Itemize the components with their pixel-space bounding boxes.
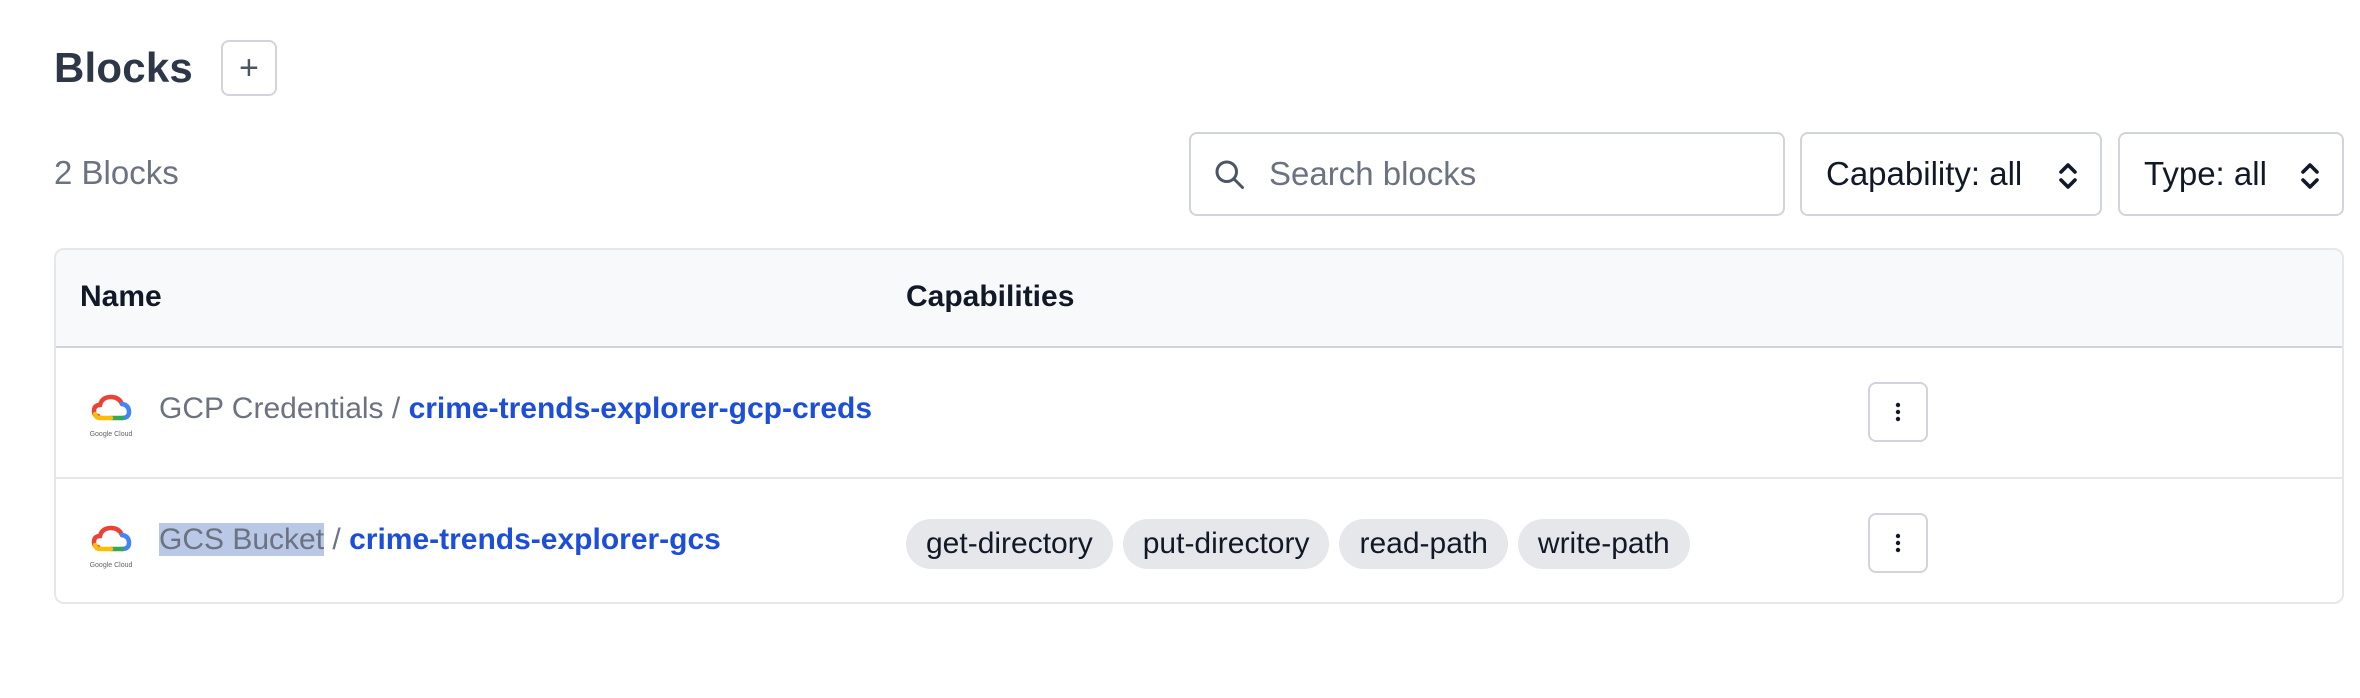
page-title: Blocks <box>54 44 193 91</box>
google-cloud-logo-text: Google Cloud <box>90 431 133 438</box>
google-cloud-logo: Google Cloud <box>90 525 133 569</box>
capability-filter-label: Capability: all <box>1826 155 2023 192</box>
block-name-link[interactable]: crime-trends-explorer-gcs <box>349 523 721 556</box>
blocks-page: Blocks + 2 Blocks Capability: all Type: … <box>0 0 2360 698</box>
block-name-cell: GCP Credentials / crime-trends-explorer-… <box>159 392 872 426</box>
google-cloud-logo: Google Cloud <box>90 394 133 438</box>
google-cloud-logo-text: Google Cloud <box>90 562 133 569</box>
kebab-menu-icon <box>1895 533 1901 553</box>
type-filter-label: Type: all <box>2144 155 2267 192</box>
blocks-count: 2 Blocks <box>54 154 179 191</box>
name-separator: / <box>383 392 409 425</box>
capability-filter-select[interactable]: Capability: all <box>1800 132 2102 216</box>
search-input[interactable] <box>1267 154 1783 194</box>
capability-tag: put-directory <box>1122 519 1330 569</box>
table-row: Google Cloud GCS Bucket / crime-trends-e… <box>56 477 2342 602</box>
type-filter-select[interactable]: Type: all <box>2118 132 2344 216</box>
name-separator: / <box>324 523 350 556</box>
block-name-cell: GCS Bucket / crime-trends-explorer-gcs <box>159 523 721 557</box>
capability-tag: get-directory <box>906 519 1113 569</box>
search-icon <box>1209 154 1249 194</box>
page-header: Blocks + <box>54 40 277 96</box>
block-type-label: GCP Credentials <box>159 392 384 425</box>
capability-tag: write-path <box>1517 519 1690 569</box>
search-box[interactable] <box>1189 132 1785 216</box>
capability-tag: read-path <box>1339 519 1508 569</box>
chevron-up-down-icon <box>2059 163 2077 189</box>
column-header-capabilities: Capabilities <box>906 280 1075 313</box>
capabilities-cell: get-directory put-directory read-path wr… <box>906 519 1690 569</box>
plus-icon: + <box>239 49 259 87</box>
table-header: Name Capabilities <box>56 250 2342 348</box>
table-row: Google Cloud GCP Credentials / crime-tre… <box>56 348 2342 477</box>
blocks-table: Name Capabilities Google Cloud GCP Crede… <box>54 248 2344 604</box>
block-name-link[interactable]: crime-trends-explorer-gcp-creds <box>409 392 872 425</box>
add-block-button[interactable]: + <box>220 40 277 96</box>
chevron-up-down-icon <box>2301 163 2319 189</box>
kebab-menu-icon <box>1895 402 1901 422</box>
row-actions-menu-button[interactable] <box>1868 513 1928 573</box>
column-header-name: Name <box>80 280 162 313</box>
row-actions-menu-button[interactable] <box>1868 382 1928 442</box>
block-type-label: GCS Bucket <box>159 523 325 556</box>
